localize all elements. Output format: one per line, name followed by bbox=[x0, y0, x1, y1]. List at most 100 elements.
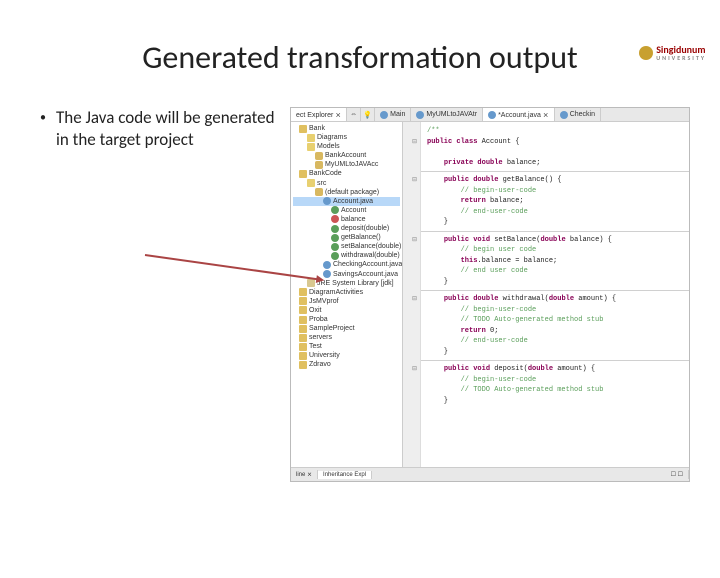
tree-item: src bbox=[293, 179, 400, 188]
tree-label: BankCode bbox=[309, 169, 342, 178]
tree-item: JsMVprof bbox=[293, 297, 400, 306]
folder-icon bbox=[307, 179, 315, 187]
tree-label: BankAccount bbox=[325, 151, 366, 160]
prj-icon bbox=[299, 352, 307, 360]
tree-item: (default package) bbox=[293, 188, 400, 197]
prj-icon bbox=[299, 316, 307, 324]
tree-item: BankCode bbox=[293, 169, 400, 178]
tree-item: servers bbox=[293, 333, 400, 342]
tree-item: withdrawal(double) bbox=[293, 251, 400, 260]
tree-item: Account bbox=[293, 206, 400, 215]
editor-tab: MyUMLtoJAVAtr bbox=[411, 108, 483, 121]
ide-screenshot: ect Explorer ⨯ ⇔ 💡 Main MyUMLtoJAVAtr *Acc… bbox=[290, 107, 690, 482]
bullet-text: The Java code will be generated in the t… bbox=[56, 107, 280, 151]
tree-label: servers bbox=[309, 333, 332, 342]
tree-label: balance bbox=[341, 215, 366, 224]
prj-icon bbox=[299, 170, 307, 178]
lib-icon bbox=[307, 279, 315, 287]
tree-item: SampleProject bbox=[293, 324, 400, 333]
java-icon bbox=[323, 261, 331, 269]
editor-tab: *Account.java ⨯ bbox=[483, 108, 555, 121]
tree-item: getBalance() bbox=[293, 233, 400, 242]
tree-item: balance bbox=[293, 215, 400, 224]
tree-label: Test bbox=[309, 342, 322, 351]
prj-icon bbox=[299, 343, 307, 351]
java-file-icon bbox=[560, 111, 568, 119]
tree-item: Zdravo bbox=[293, 360, 400, 369]
prj-icon bbox=[299, 361, 307, 369]
bullet-item: • The Java code will be generated in the… bbox=[40, 107, 280, 151]
bullet-dot-icon: • bbox=[40, 111, 46, 127]
tree-label: Zdravo bbox=[309, 360, 331, 369]
tree-label: deposit(double) bbox=[341, 224, 389, 233]
prj-icon bbox=[299, 297, 307, 305]
java-file-icon bbox=[488, 111, 496, 119]
prj-icon bbox=[299, 306, 307, 314]
prj-icon bbox=[299, 288, 307, 296]
tree-label: SavingsAccount.java bbox=[333, 270, 398, 279]
tree-label: DiagramActivities bbox=[309, 288, 363, 297]
tree-label: setBalance(double) bbox=[341, 242, 401, 251]
java-file-icon bbox=[380, 111, 388, 119]
tree-label: Proba bbox=[309, 315, 328, 324]
ide-bottom-bar: line ⨯ Inheritance Expl ☐ ☐ bbox=[291, 467, 689, 481]
link-icon: ⇔ bbox=[347, 108, 361, 121]
project-explorer: BankDiagramsModelsBankAccountMyUMLtoJAVA… bbox=[291, 122, 403, 467]
bottom-tab-line: line ⨯ bbox=[291, 470, 318, 479]
tree-item: Account.java bbox=[293, 197, 400, 206]
tab-label: Checkin bbox=[570, 111, 595, 118]
tree-item: University bbox=[293, 351, 400, 360]
tree-item: MyUMLtoJAVAcc bbox=[293, 160, 400, 169]
tree-label: SampleProject bbox=[309, 324, 355, 333]
tree-item: CheckingAccount.java bbox=[293, 260, 400, 269]
tree-label: Account.java bbox=[333, 197, 373, 206]
tree-label: (default package) bbox=[325, 188, 379, 197]
pkg-icon bbox=[315, 188, 323, 196]
editor-tab: Checkin bbox=[555, 108, 601, 121]
ide-tabbar: ect Explorer ⨯ ⇔ 💡 Main MyUMLtoJAVAtr *Acc… bbox=[291, 108, 689, 122]
editor-tab: Main bbox=[375, 108, 411, 121]
tree-item: Test bbox=[293, 342, 400, 351]
explorer-tab: ect Explorer ⨯ bbox=[291, 108, 347, 121]
field-icon bbox=[331, 215, 339, 223]
class-icon bbox=[331, 206, 339, 214]
pkg-icon bbox=[315, 152, 323, 160]
tab-label: Main bbox=[390, 111, 405, 118]
brand-logo: Singidunum UNIVERSITY bbox=[639, 43, 706, 62]
prj-icon bbox=[299, 125, 307, 133]
logo-mark-icon bbox=[639, 46, 653, 60]
tree-label: CheckingAccount.java bbox=[333, 260, 402, 269]
tree-item: Oxit bbox=[293, 306, 400, 315]
tree-label: Oxit bbox=[309, 306, 321, 315]
tree-item: JRE System Library [jdk] bbox=[293, 279, 400, 288]
tree-item: BankAccount bbox=[293, 151, 400, 160]
tree-item: Diagrams bbox=[293, 133, 400, 142]
tree-label: src bbox=[317, 179, 326, 188]
method-icon bbox=[331, 234, 339, 242]
prj-icon bbox=[299, 334, 307, 342]
tree-item: Models bbox=[293, 142, 400, 151]
tree-label: getBalance() bbox=[341, 233, 381, 242]
slide-title: Generated transformation output bbox=[0, 38, 720, 77]
java-icon bbox=[323, 197, 331, 205]
method-icon bbox=[331, 243, 339, 251]
bottom-tab-inheritance: Inheritance Expl bbox=[318, 471, 372, 479]
tree-item: deposit(double) bbox=[293, 224, 400, 233]
tree-item: Bank bbox=[293, 124, 400, 133]
pkg-icon bbox=[315, 161, 323, 169]
method-icon bbox=[331, 225, 339, 233]
tree-label: JsMVprof bbox=[309, 297, 339, 306]
tree-label: University bbox=[309, 351, 340, 360]
java-file-icon bbox=[416, 111, 424, 119]
tree-label: Account bbox=[341, 206, 366, 215]
folder-icon bbox=[307, 134, 315, 142]
tree-item: setBalance(double) bbox=[293, 242, 400, 251]
lightbulb-icon: 💡 bbox=[361, 108, 375, 121]
code-editor: /** public class Account { private doubl… bbox=[403, 122, 689, 467]
bottom-icon: ☐ ☐ bbox=[666, 470, 689, 479]
tree-label: MyUMLtoJAVAcc bbox=[325, 160, 378, 169]
prj-icon bbox=[299, 325, 307, 333]
tab-label: MyUMLtoJAVAtr bbox=[426, 111, 477, 118]
method-icon bbox=[331, 252, 339, 260]
tab-label: *Account.java ⨯ bbox=[498, 111, 549, 119]
